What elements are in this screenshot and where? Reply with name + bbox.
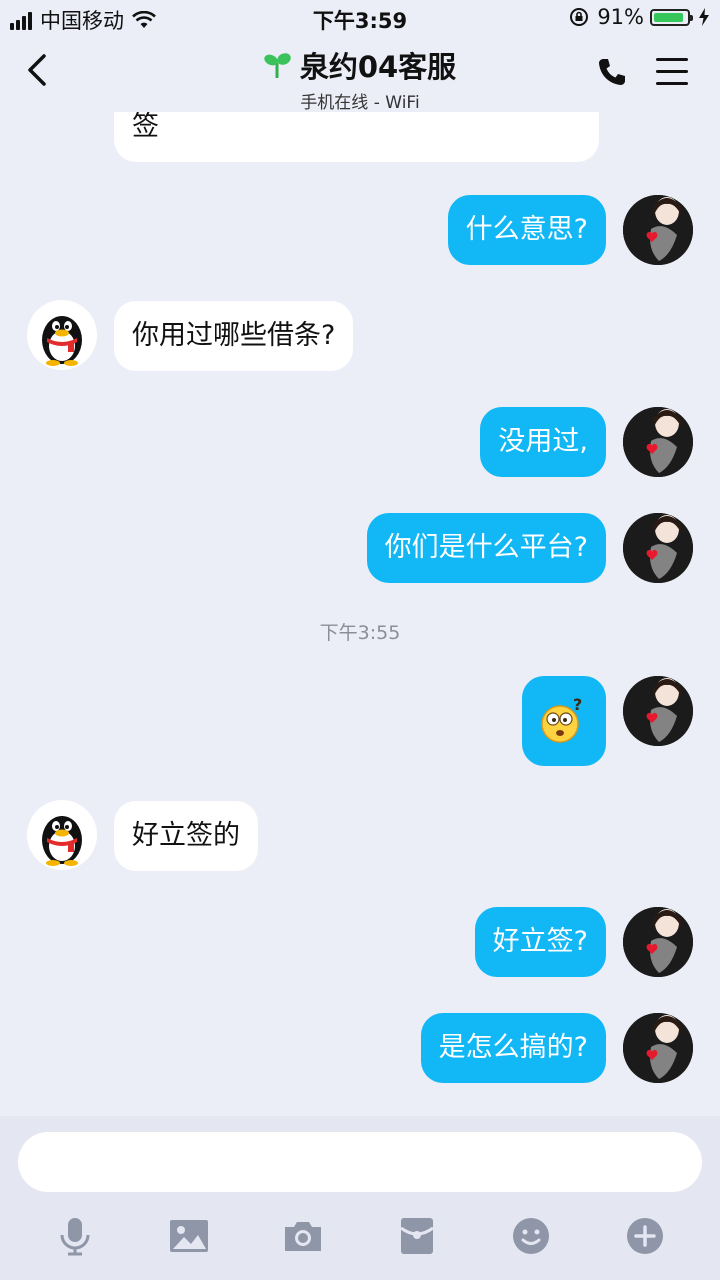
user-avatar[interactable]	[623, 1013, 693, 1083]
camera-icon[interactable]	[281, 1214, 325, 1258]
penguin-icon	[42, 816, 82, 866]
message-input[interactable]	[18, 1132, 702, 1192]
battery-icon	[650, 8, 693, 26]
chat-area[interactable]: 签 什么意思? 你用过哪些借条? 没用过, 你们是什么平台? 下午3:55 ? …	[0, 112, 720, 1116]
sprout-icon	[264, 53, 291, 78]
phone-icon[interactable]	[596, 56, 628, 88]
profile-photo	[623, 1013, 693, 1083]
menu-icon[interactable]	[656, 58, 688, 94]
message-bubble[interactable]: 是怎么搞的?	[420, 1013, 606, 1083]
confused-face-emoji: ?	[541, 695, 582, 743]
toolbar	[0, 1214, 720, 1258]
user-avatar[interactable]	[623, 676, 693, 746]
user-avatar[interactable]	[623, 195, 693, 265]
status-bar: 中国移动 下午3:59 91%	[0, 0, 720, 36]
qq-penguin-avatar[interactable]	[27, 300, 97, 370]
qq-penguin-avatar[interactable]	[27, 800, 97, 870]
message-bubble[interactable]: 好立签?	[474, 907, 606, 977]
microphone-icon[interactable]	[53, 1214, 97, 1258]
profile-photo	[623, 195, 693, 265]
rotation-lock-icon	[570, 8, 589, 26]
user-avatar[interactable]	[623, 907, 693, 977]
message-bubble[interactable]: 没用过,	[480, 407, 606, 477]
message-bubble[interactable]: 什么意思?	[447, 195, 606, 265]
profile-photo	[623, 407, 693, 477]
message-bubble[interactable]: ?	[522, 676, 606, 766]
message-bubble[interactable]: 你们是什么平台?	[366, 513, 606, 583]
plus-icon[interactable]	[623, 1214, 667, 1258]
emoji-icon[interactable]	[509, 1214, 553, 1258]
message-bubble[interactable]: 好立签的	[114, 801, 258, 871]
user-avatar[interactable]	[623, 407, 693, 477]
battery-percent: 91%	[597, 5, 644, 29]
profile-photo	[623, 513, 693, 583]
image-icon[interactable]	[167, 1214, 211, 1258]
message-bubble[interactable]: 签	[114, 112, 599, 162]
input-bar	[0, 1116, 720, 1280]
profile-photo	[623, 907, 693, 977]
online-status: 手机在线 - WiFi	[300, 93, 420, 113]
nav-bar: 泉约04客服 手机在线 - WiFi	[0, 36, 720, 113]
profile-photo	[623, 676, 693, 746]
svg-text:?: ?	[573, 695, 582, 714]
red-packet-icon[interactable]	[395, 1214, 439, 1258]
penguin-icon	[42, 316, 82, 366]
charging-icon	[699, 8, 709, 26]
chat-title: 泉约04客服	[299, 50, 457, 84]
user-avatar[interactable]	[623, 513, 693, 583]
message-bubble[interactable]: 你用过哪些借条?	[114, 301, 354, 371]
timestamp: 下午3:55	[319, 622, 401, 644]
